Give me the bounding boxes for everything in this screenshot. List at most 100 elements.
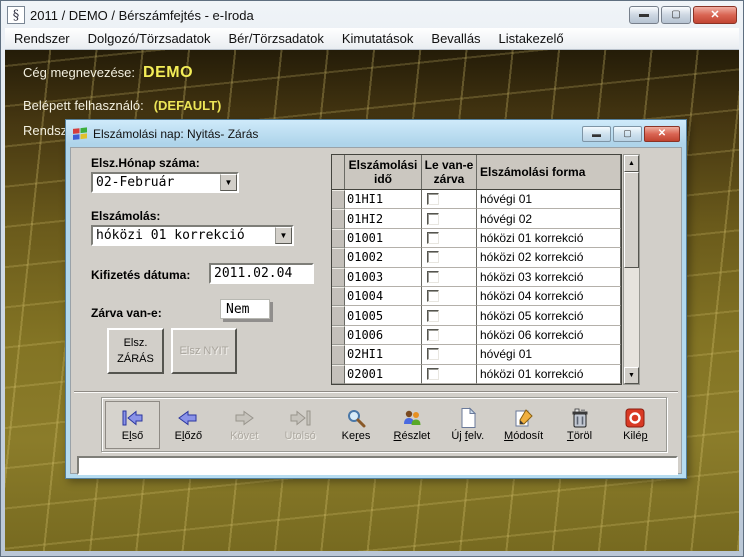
exit-button[interactable]: Kilép — [608, 401, 663, 449]
delete-label: Töröl — [567, 431, 592, 442]
table-row[interactable]: 01002hóközi 02 korrekció — [332, 248, 621, 267]
menu-listakezelo[interactable]: Listakezelő — [490, 29, 573, 48]
dialog-minimize-button[interactable]: ▬ — [582, 126, 611, 142]
closed-checkbox[interactable] — [427, 232, 439, 244]
table-row[interactable]: 01003hóközi 03 korrekció — [332, 268, 621, 287]
settlement-table: Elszámolási idő Le van-e zárva Elszámolá… — [331, 154, 622, 385]
exit-label: Kilép — [623, 431, 647, 442]
cell-id: 01004 — [345, 287, 422, 306]
dialog-title: Elszámolási nap: Nyitás- Zárás — [93, 127, 258, 141]
modify-button[interactable]: Módosít — [496, 401, 551, 449]
new-record-button[interactable]: Új felv. — [440, 401, 495, 449]
closed-checkbox[interactable] — [427, 348, 439, 360]
row-selector[interactable] — [332, 326, 345, 345]
last-label: Utolsó — [285, 431, 316, 442]
table-row[interactable]: 01004 hóközi 04 korrekció — [332, 287, 621, 306]
closed-checkbox[interactable] — [427, 213, 439, 225]
menu-kimutatasok[interactable]: Kimutatások — [333, 29, 423, 48]
table-row[interactable]: 01HI1hóvégi 01 — [332, 190, 621, 209]
cell-forma: hóközi 01 korrekció — [477, 365, 621, 384]
row-selector[interactable] — [332, 268, 345, 287]
row-selector[interactable] — [332, 287, 345, 306]
settlement-combobox[interactable]: hóközi 01 korrekció ▼ — [91, 225, 294, 246]
row-selector[interactable] — [332, 248, 345, 267]
new-document-icon — [455, 407, 481, 429]
row-selector[interactable] — [332, 306, 345, 325]
chevron-down-icon[interactable]: ▼ — [275, 227, 292, 244]
app-icon: § — [7, 6, 25, 24]
table-scrollbar[interactable]: ▲ ▼ — [623, 154, 640, 385]
scroll-up-icon[interactable]: ▲ — [624, 155, 639, 172]
month-combobox-value: 02-Február — [93, 175, 220, 190]
closed-checkbox[interactable] — [427, 290, 439, 302]
cell-closed — [422, 326, 477, 345]
main-window: § 2011 / DEMO / Bérszámfejtés - e-Iroda … — [0, 0, 744, 557]
settlement-day-dialog: Elszámolási nap: Nyitás- Zárás ▬ ▢ ✕ Els… — [65, 119, 687, 479]
scroll-down-icon[interactable]: ▼ — [624, 367, 639, 384]
scrollbar-thumb[interactable] — [624, 172, 639, 268]
main-titlebar[interactable]: § 2011 / DEMO / Bérszámfejtés - e-Iroda … — [3, 3, 741, 27]
chevron-down-icon[interactable]: ▼ — [220, 174, 237, 191]
row-selector[interactable] — [332, 365, 345, 384]
row-selector[interactable] — [332, 345, 345, 364]
last-button: Utolsó — [273, 401, 328, 449]
closed-checkbox[interactable] — [427, 271, 439, 283]
user-label: Belépett felhasználó: — [23, 98, 144, 113]
closed-checkbox[interactable] — [427, 251, 439, 263]
user-row: Belépett felhasználó:(DEFAULT) — [23, 98, 221, 113]
dialog-close-button[interactable]: ✕ — [644, 126, 680, 142]
first-icon — [120, 407, 146, 429]
closed-checkbox[interactable] — [427, 193, 439, 205]
dialog-titlebar[interactable]: Elszámolási nap: Nyitás- Zárás ▬ ▢ ✕ — [68, 122, 684, 145]
table-row[interactable]: 01HI2hóvégi 02 — [332, 209, 621, 228]
company-label: Cég megnevezése: — [23, 65, 135, 80]
row-selector[interactable] — [332, 229, 345, 248]
scrollbar-track[interactable] — [624, 268, 639, 367]
minimize-button[interactable]: ▬ — [629, 6, 659, 24]
closed-status-value: Nem — [220, 299, 270, 319]
payment-date-field[interactable]: 2011.02.04 — [209, 263, 314, 284]
cell-id: 02HI1 — [345, 345, 422, 364]
first-label: Első — [122, 431, 143, 442]
trash-icon — [567, 407, 593, 429]
menu-dolgozo-torzsadatok[interactable]: Dolgozó/Törzsadatok — [79, 29, 220, 48]
menu-ber-torzsadatok[interactable]: Bér/Törzsadatok — [219, 29, 332, 48]
cell-closed — [422, 209, 477, 228]
detail-label: Részlet — [394, 431, 431, 442]
row-selector[interactable] — [332, 190, 345, 209]
first-button[interactable]: Első — [105, 401, 160, 449]
closed-checkbox[interactable] — [427, 368, 439, 380]
table-row[interactable]: 02001 hóközi 01 korrekció — [332, 365, 621, 384]
menu-bevallas[interactable]: Bevallás — [422, 29, 489, 48]
header-elszamolasi-forma: Elszámolási forma — [477, 155, 621, 189]
closed-checkbox[interactable] — [427, 310, 439, 322]
payment-date-label: Kifizetés dátuma: — [91, 268, 190, 282]
previous-button[interactable]: Előző — [161, 401, 216, 449]
month-combobox[interactable]: 02-Február ▼ — [91, 172, 239, 193]
cell-forma: hóközi 06 korrekció — [477, 326, 621, 345]
search-label: Keres — [342, 431, 371, 442]
cell-id: 01001 — [345, 229, 422, 248]
dialog-maximize-button[interactable]: ▢ — [613, 126, 642, 142]
row-selector[interactable] — [332, 209, 345, 228]
search-button[interactable]: Keres — [329, 401, 384, 449]
detail-button[interactable]: Részlet — [384, 401, 439, 449]
menu-rendszer[interactable]: Rendszer — [5, 29, 79, 48]
settlement-close-button[interactable]: Elsz. ZÁRÁS — [107, 328, 164, 374]
maximize-button[interactable]: ▢ — [661, 6, 691, 24]
company-value: DEMO — [143, 64, 193, 81]
close-button[interactable]: ✕ — [693, 6, 737, 24]
dialog-client: Elsz.Hónap száma: 02-Február ▼ Elszámolá… — [70, 147, 682, 474]
closed-question-label: Zárva van-e: — [91, 306, 162, 320]
next-icon — [231, 407, 257, 429]
table-row[interactable]: 01005hóközi 05 korrekció — [332, 306, 621, 325]
table-row[interactable]: 01001hóközi 01 korrekció — [332, 229, 621, 248]
status-input[interactable] — [77, 456, 678, 475]
cell-id: 02001 — [345, 365, 422, 384]
closed-checkbox[interactable] — [427, 329, 439, 341]
menubar: Rendszer Dolgozó/Törzsadatok Bér/Törzsad… — [5, 28, 739, 50]
cell-forma: hóközi 04 korrekció — [477, 287, 621, 306]
table-row[interactable]: 01006hóközi 06 korrekció — [332, 326, 621, 345]
table-row[interactable]: 02HI1hóvégi 01 — [332, 345, 621, 364]
delete-button[interactable]: Töröl — [552, 401, 607, 449]
